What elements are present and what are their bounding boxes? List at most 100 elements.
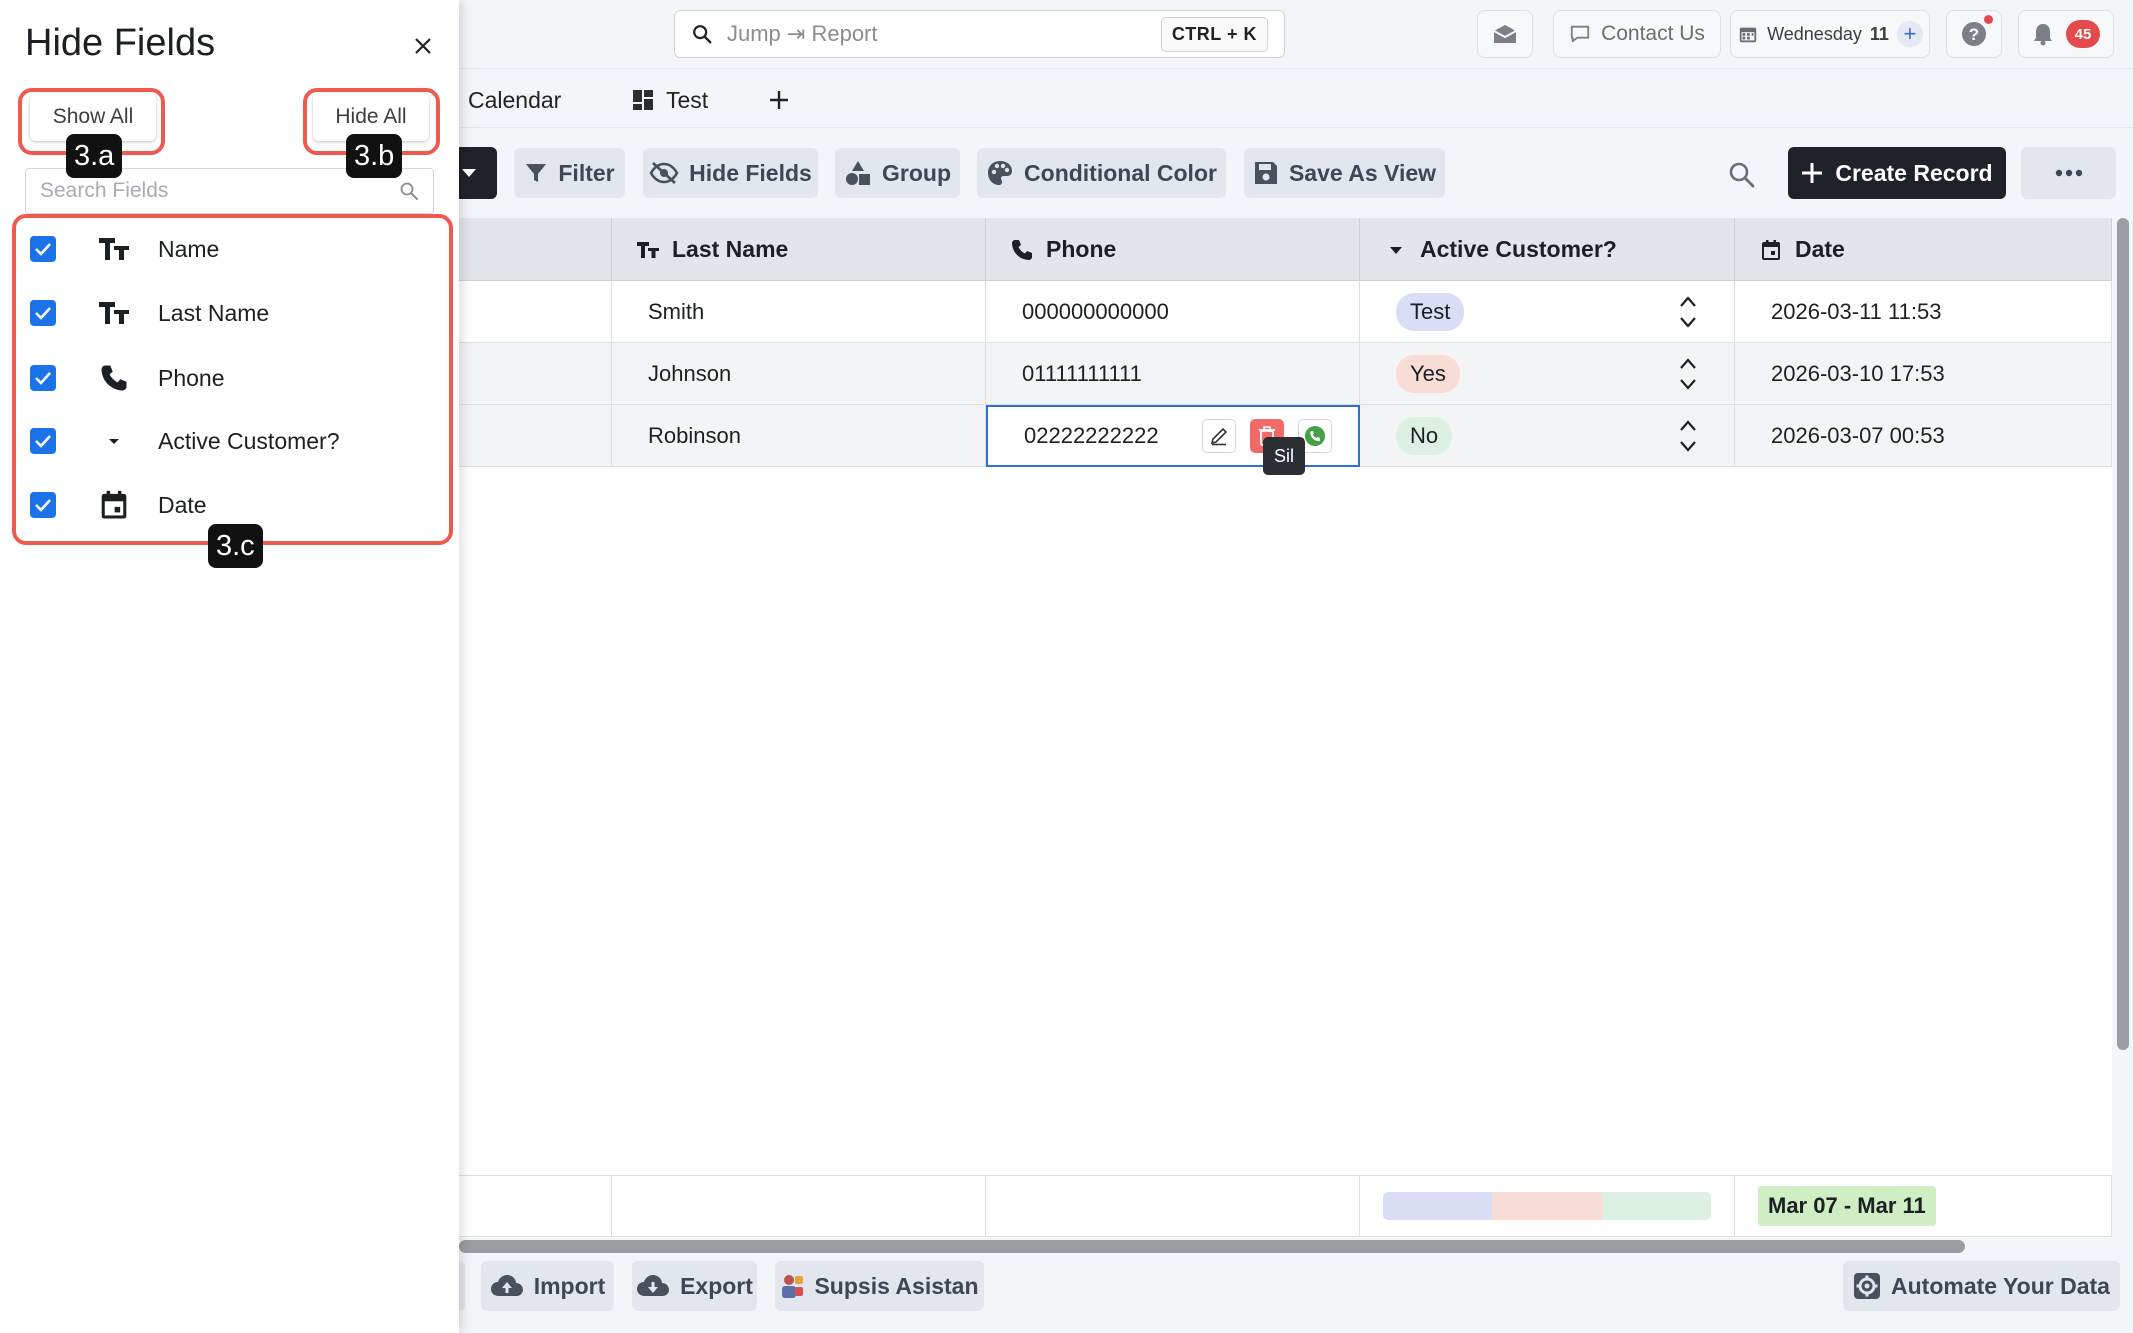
- more-options-button[interactable]: [2021, 147, 2116, 199]
- tab-calendar[interactable]: Calendar: [448, 80, 561, 120]
- help-dot: [1984, 15, 1993, 24]
- cell-active-customer[interactable]: Test: [1360, 281, 1735, 343]
- cell-date[interactable]: 2026-03-11 11:53: [1735, 281, 2112, 343]
- cell-name[interactable]: [440, 405, 612, 467]
- add-tab-button[interactable]: [768, 80, 790, 120]
- column-label: Phone: [1046, 236, 1117, 262]
- automate-label: Automate Your Data: [1891, 1272, 2110, 1299]
- search-icon: [1727, 160, 1755, 188]
- vertical-scrollbar[interactable]: [2117, 218, 2129, 1050]
- group-button[interactable]: Group: [835, 148, 960, 198]
- add-event-icon[interactable]: +: [1896, 21, 1923, 47]
- column-header-phone[interactable]: Phone: [986, 218, 1360, 281]
- status-badge: Yes: [1396, 355, 1460, 393]
- bell-icon: [2032, 22, 2054, 46]
- calendar-icon: [1737, 23, 1759, 45]
- edit-button[interactable]: [1202, 419, 1236, 453]
- cell-date[interactable]: 2026-03-10 17:53: [1735, 343, 2112, 405]
- cell-date[interactable]: 2026-03-07 00:53: [1735, 405, 2112, 467]
- chevron-up-down-icon[interactable]: [1678, 356, 1698, 392]
- tab-test-label: Test: [666, 86, 709, 113]
- assistant-avatar-icon: [780, 1273, 804, 1299]
- cell-name[interactable]: [440, 281, 612, 343]
- horizontal-scrollbar[interactable]: [459, 1240, 1965, 1253]
- date-range-summary: Mar 07 - Mar 11: [1758, 1186, 1936, 1226]
- help-button[interactable]: ?: [1946, 10, 2002, 58]
- annotation-label-a: 3.a: [66, 134, 123, 178]
- settings-icon: [1853, 1272, 1881, 1300]
- summary-cell-distribution: [1360, 1175, 1735, 1237]
- plus-icon: [1801, 162, 1823, 184]
- more-horizontal-icon: [2055, 169, 2083, 177]
- status-distribution-bar: [1383, 1192, 1711, 1220]
- hide-fields-label: Hide Fields: [689, 159, 812, 186]
- column-header-date[interactable]: Date: [1735, 218, 2112, 281]
- save-as-view-button[interactable]: Save As View: [1244, 148, 1445, 198]
- filter-button[interactable]: Filter: [514, 148, 625, 198]
- create-record-label: Create Record: [1835, 159, 1993, 186]
- calendar-day: Wednesday: [1767, 23, 1862, 44]
- column-header-name-hidden[interactable]: [440, 218, 612, 281]
- column-header-last-name[interactable]: Last Name: [612, 218, 986, 281]
- group-label: Group: [882, 159, 951, 186]
- calendar-widget[interactable]: Wednesday 11 +: [1730, 10, 1930, 58]
- status-badge: No: [1396, 417, 1453, 455]
- filter-icon: [524, 161, 548, 185]
- shortcut-hint: CTRL + K: [1160, 16, 1268, 52]
- hide-fields-button[interactable]: Hide Fields: [643, 148, 818, 198]
- cell-active-customer[interactable]: Yes: [1360, 343, 1735, 405]
- save-icon: [1253, 160, 1279, 186]
- chevron-up-down-icon[interactable]: [1678, 418, 1698, 454]
- close-panel-button[interactable]: [408, 31, 438, 61]
- calendar-icon: [1759, 238, 1783, 262]
- svg-text:?: ?: [1969, 25, 1979, 44]
- dashboard-icon: [632, 89, 654, 111]
- eye-off-icon: [649, 161, 679, 185]
- dropdown-icon: [1384, 238, 1408, 262]
- annotation-box-field-list: [12, 214, 453, 545]
- save-as-view-label: Save As View: [1288, 159, 1437, 186]
- filter-label: Filter: [558, 159, 615, 186]
- cell-last-name[interactable]: Smith: [612, 281, 986, 343]
- table-search-button[interactable]: [1727, 160, 1755, 188]
- cell-phone[interactable]: 01111111111: [986, 343, 1360, 405]
- import-button[interactable]: Import: [481, 1261, 614, 1311]
- distribution-segment-test: [1383, 1192, 1493, 1220]
- delete-tooltip: Sil: [1263, 437, 1305, 475]
- jump-search-box[interactable]: Jump ⇥ Report CTRL + K: [674, 10, 1285, 58]
- plus-icon: [768, 89, 790, 111]
- create-record-button[interactable]: Create Record: [1788, 147, 2006, 199]
- cloud-download-icon: [636, 1274, 670, 1298]
- column-header-active-customer[interactable]: Active Customer?: [1360, 218, 1735, 281]
- cell-phone[interactable]: 000000000000: [986, 281, 1360, 343]
- tab-test[interactable]: Test: [632, 80, 708, 120]
- conditional-color-button[interactable]: Conditional Color: [977, 148, 1226, 198]
- automate-data-button[interactable]: Automate Your Data: [1843, 1261, 2120, 1311]
- distribution-segment-no: [1601, 1192, 1711, 1220]
- cell-active-customer[interactable]: No: [1360, 405, 1735, 467]
- column-label: Date: [1795, 236, 1845, 262]
- summary-cell: [612, 1175, 986, 1237]
- assistant-label: Supsis Asistan: [814, 1272, 979, 1299]
- notifications-button[interactable]: 45: [2018, 10, 2114, 58]
- assistant-button[interactable]: Supsis Asistan: [775, 1261, 984, 1311]
- cell-last-name[interactable]: Johnson: [612, 343, 986, 405]
- import-label: Import: [533, 1272, 606, 1299]
- help-icon: ?: [1961, 15, 1993, 47]
- calendar-date: 11: [1869, 23, 1889, 44]
- tab-calendar-label: Calendar: [468, 86, 562, 113]
- contact-us-button[interactable]: Contact Us: [1553, 10, 1721, 58]
- cell-last-name[interactable]: Robinson: [612, 405, 986, 467]
- shapes-icon: [844, 159, 872, 187]
- inbox-button[interactable]: [1477, 10, 1533, 58]
- mail-icon: [1492, 22, 1518, 46]
- export-button[interactable]: Export: [632, 1261, 757, 1311]
- cell-phone-value: 02222222222: [1024, 423, 1159, 448]
- chevron-up-down-icon[interactable]: [1678, 294, 1698, 330]
- search-icon: [691, 23, 713, 45]
- search-icon: [399, 181, 419, 201]
- cell-name[interactable]: [440, 343, 612, 405]
- summary-cell: [440, 1175, 612, 1237]
- phone-icon: [1010, 238, 1034, 262]
- search-fields-input[interactable]: [40, 179, 399, 203]
